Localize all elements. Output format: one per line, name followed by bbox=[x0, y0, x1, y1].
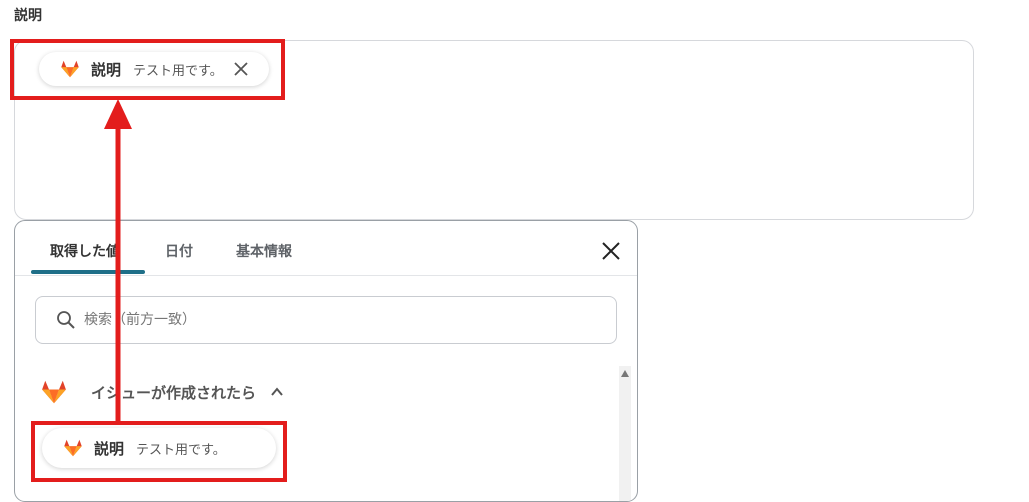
annotation-arrow bbox=[104, 99, 132, 421]
